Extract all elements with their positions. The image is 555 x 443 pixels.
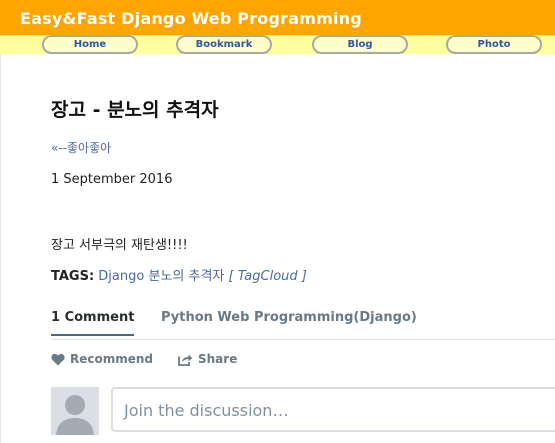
previous-post-link[interactable]: «--좋아좋아 xyxy=(51,139,111,156)
tag-link-django[interactable]: Django xyxy=(98,269,144,284)
tab-forum[interactable]: Python Web Programming(Django) xyxy=(161,310,417,325)
nav-photo-button[interactable]: Photo xyxy=(446,35,542,54)
nav-blog-button[interactable]: Blog xyxy=(312,35,408,54)
recommend-label: Recommend xyxy=(70,352,154,366)
share-button[interactable]: Share xyxy=(178,352,237,366)
recommend-button[interactable]: Recommend xyxy=(51,352,153,366)
tag-cloud-link[interactable]: [ TagCloud ] xyxy=(229,269,307,284)
nav-home-button[interactable]: Home xyxy=(42,35,138,54)
tags-line: TAGS: Django 분노의 추격자 [ TagCloud ] xyxy=(51,265,307,284)
tags-label: TAGS: xyxy=(51,269,95,284)
page-border xyxy=(0,54,1,443)
share-icon xyxy=(178,354,193,366)
post-body: 장고 서부극의 재탄생!!!! xyxy=(51,238,188,253)
user-avatar-icon xyxy=(56,395,94,435)
nav-bar: Home Bookmark Blog Photo xyxy=(0,35,555,54)
heart-icon xyxy=(51,353,65,365)
comment-tabs: 1 Comment Python Web Programming(Django) xyxy=(51,306,555,340)
site-header: Easy&Fast Django Web Programming xyxy=(0,0,555,35)
comment-input[interactable]: Join the discussion… xyxy=(111,387,555,432)
share-label: Share xyxy=(198,352,238,366)
avatar xyxy=(51,387,99,435)
post-date: 1 September 2016 xyxy=(51,172,173,187)
site-title[interactable]: Easy&Fast Django Web Programming xyxy=(20,9,362,28)
comment-placeholder: Join the discussion… xyxy=(124,401,289,420)
nav-bookmark-button[interactable]: Bookmark xyxy=(176,35,272,54)
post-title: 장고 - 분노의 추격자 xyxy=(51,99,219,121)
tag-link-movie[interactable]: 분노의 추격자 xyxy=(148,269,224,284)
tab-comments[interactable]: 1 Comment xyxy=(51,310,135,336)
